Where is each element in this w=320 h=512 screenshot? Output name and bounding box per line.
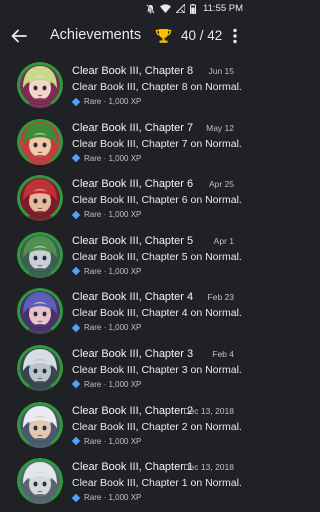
status-time: 11:55 PM	[203, 3, 243, 14]
achievement-date: Apr 25	[208, 179, 234, 190]
achievement-description: Clear Book III, Chapter 4 on Normal.	[72, 307, 242, 320]
achievement-title: Clear Book III, Chapter 4	[72, 291, 194, 304]
achievement-date: Dec 13, 2018	[183, 405, 234, 416]
achievement-description: Clear Book III, Chapter 8 on Normal.	[72, 81, 242, 93]
rare-diamond-icon	[71, 436, 81, 446]
achievement-meta: Rare · 1,000 XP	[71, 436, 142, 446]
achievement-xp: 1,000 XP	[108, 97, 142, 106]
achievement-xp: 1,000 XP	[108, 493, 142, 503]
meta-separator: ·	[101, 153, 109, 163]
white-haired-prince-portrait-icon	[17, 401, 63, 448]
achievement-row[interactable]: Clear Book III, Chapter 2 Dec 13, 2018 Cle…	[0, 397, 249, 454]
achievement-meta: Rare · 1,000 XP	[71, 153, 142, 163]
achievement-date: Apr 1	[213, 235, 234, 246]
achievement-title: Clear Book III, Chapter 5	[72, 234, 194, 247]
green-haired-knight-portrait-icon	[17, 231, 63, 278]
silver-masked-figure-portrait-icon	[17, 458, 63, 505]
achievement-meta: Rare · 1,000 XP	[71, 266, 142, 276]
achievement-meta: Rare · 1,000 XP	[71, 210, 142, 220]
achievement-description: Clear Book III, Chapter 3 on Normal.	[72, 363, 242, 376]
achievement-date: Feb 4	[212, 348, 234, 359]
achievement-xp: 1,000 XP	[108, 266, 142, 276]
achievement-title: Clear Book III, Chapter 3	[72, 347, 194, 360]
rare-diamond-icon	[71, 210, 81, 219]
achievement-row[interactable]: Clear Book III, Chapter 1 Dec 13, 2018 Cle…	[0, 453, 249, 510]
rare-diamond-icon	[71, 380, 81, 389]
achievement-row[interactable]: Clear Book III, Chapter 6 Apr 25 Clear Boo…	[0, 170, 249, 227]
rare-diamond-icon	[71, 493, 81, 502]
achievement-row[interactable]: Clear Book III, Chapter 7 May 12 Clear Boo…	[0, 114, 249, 171]
blue-haired-mage-portrait-icon	[17, 288, 63, 335]
achievement-rarity: Rare	[84, 153, 102, 163]
rare-diamond-icon	[71, 153, 81, 163]
achievement-xp: 1,000 XP	[108, 153, 142, 163]
achievement-row[interactable]: Clear Book III, Chapter 8 Jun 15 Clear Boo…	[0, 57, 249, 114]
rare-diamond-icon	[71, 97, 81, 106]
achievement-meta: Rare · 1,000 XP	[71, 379, 142, 389]
wifi-icon	[160, 4, 172, 13]
achievement-date: Feb 23	[207, 292, 234, 303]
meta-separator: ·	[101, 266, 109, 276]
achievement-description: Clear Book III, Chapter 2 on Normal.	[72, 420, 242, 433]
achievement-meta: Rare · 1,000 XP	[71, 97, 142, 106]
meta-separator: ·	[101, 210, 109, 220]
achievement-meta: Rare · 1,000 XP	[71, 493, 142, 503]
achievement-list: Clear Book III, Chapter 8 Jun 15 Clear Boo…	[0, 57, 249, 510]
achievement-title: Clear Book III, Chapter 1	[72, 461, 194, 474]
rare-diamond-icon	[71, 267, 81, 276]
achievement-count: 40 / 42	[181, 28, 223, 43]
achievement-title: Clear Book III, Chapter 8	[72, 65, 194, 77]
more-vert-icon[interactable]	[231, 27, 239, 45]
signal-off-icon	[176, 4, 186, 13]
meta-separator: ·	[101, 323, 109, 333]
meta-separator: ·	[101, 379, 109, 389]
achievement-rarity: Rare	[84, 379, 102, 389]
achievement-row[interactable]: Clear Book III, Chapter 4 Feb 23 Clear Boo…	[0, 283, 249, 340]
achievement-date: Jun 15	[208, 66, 234, 76]
pale-sorceress-portrait-icon	[17, 344, 63, 391]
golden-armored-girl-portrait-icon	[17, 118, 63, 165]
achievement-rarity: Rare	[84, 493, 102, 503]
achievement-title: Clear Book III, Chapter 6	[72, 178, 194, 191]
achievement-description: Clear Book III, Chapter 5 on Normal.	[72, 250, 242, 263]
achievement-xp: 1,000 XP	[108, 436, 142, 446]
achievement-description: Clear Book III, Chapter 1 on Normal.	[72, 477, 242, 490]
bell-off-icon	[146, 3, 155, 14]
achievement-rarity: Rare	[84, 266, 102, 276]
achievement-xp: 1,000 XP	[108, 379, 142, 389]
status-bar: 11:55 PM	[0, 0, 249, 17]
achievement-row[interactable]: Clear Book III, Chapter 5 Apr 1 Clear Book…	[0, 227, 249, 284]
achievement-rarity: Rare	[84, 210, 102, 220]
red-haired-warrior-portrait-icon	[17, 175, 63, 222]
meta-separator: ·	[101, 436, 109, 446]
achievement-xp: 1,000 XP	[108, 210, 142, 220]
battery-icon	[190, 3, 197, 14]
page-title: Achievements	[50, 27, 142, 43]
blonde-girl-portrait-icon	[17, 62, 63, 108]
achievement-rarity: Rare	[84, 97, 102, 106]
achievement-rarity: Rare	[84, 323, 102, 333]
achievement-description: Clear Book III, Chapter 7 on Normal.	[72, 137, 242, 150]
achievement-rarity: Rare	[84, 436, 102, 446]
achievement-date: Dec 13, 2018	[183, 462, 234, 473]
achievement-row[interactable]: Clear Book III, Chapter 3 Feb 4 Clear Book…	[0, 340, 249, 397]
achievement-meta: Rare · 1,000 XP	[71, 323, 142, 333]
achievement-title: Clear Book III, Chapter 2	[72, 404, 194, 417]
achievement-xp: 1,000 XP	[108, 323, 142, 333]
rare-diamond-icon	[71, 323, 81, 333]
meta-separator: ·	[101, 493, 109, 503]
meta-separator: ·	[101, 97, 109, 106]
back-arrow-icon[interactable]	[10, 27, 28, 45]
app-bar: Achievements 40 / 42	[0, 17, 249, 55]
achievement-title: Clear Book III, Chapter 7	[72, 121, 194, 134]
trophy-icon	[155, 29, 172, 43]
achievement-date: May 12	[206, 122, 234, 133]
achievement-description: Clear Book III, Chapter 6 on Normal.	[72, 194, 242, 207]
